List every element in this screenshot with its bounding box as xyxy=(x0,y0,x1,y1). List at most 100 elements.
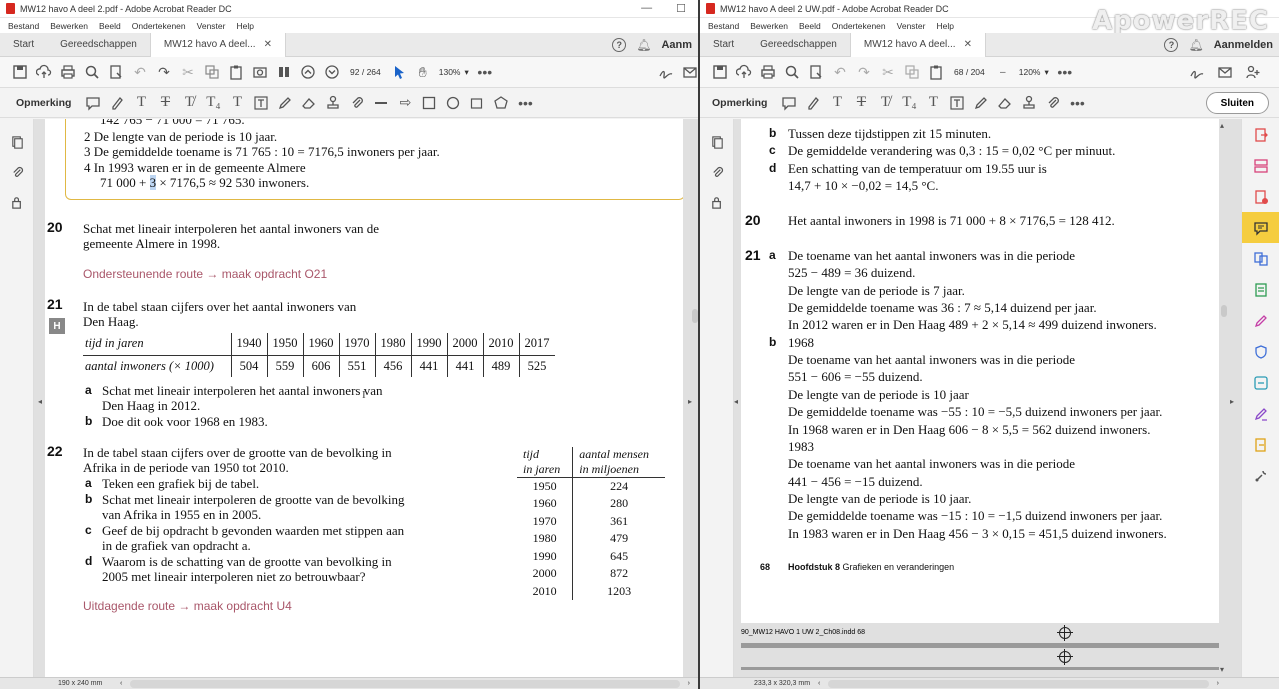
stamp-tool-icon[interactable] xyxy=(1017,91,1041,115)
menu-ondertekenen[interactable]: Ondertekenen xyxy=(132,21,186,31)
page-indicator[interactable]: 92 / 264 xyxy=(344,67,387,77)
zoom-select[interactable]: 130% ▾ xyxy=(435,67,473,78)
expand-right-icon[interactable]: ▸ xyxy=(1230,397,1234,406)
menu-help[interactable]: Help xyxy=(236,21,253,31)
expand-right-icon[interactable]: ▸ xyxy=(688,397,692,406)
insert-text-icon[interactable]: T₄ xyxy=(897,91,921,115)
protect-icon[interactable] xyxy=(1242,336,1279,367)
clipboard-icon[interactable] xyxy=(224,60,248,84)
close-comment-button[interactable]: Sluiten xyxy=(1205,92,1269,114)
bell-icon[interactable]: 🔔︎ xyxy=(1188,38,1203,52)
comment-tool-icon[interactable] xyxy=(1242,212,1279,243)
export-pdf-icon[interactable] xyxy=(1242,119,1279,150)
help-icon[interactable]: ? xyxy=(1164,37,1179,52)
eraser-icon[interactable] xyxy=(993,91,1017,115)
stamp-icon[interactable] xyxy=(272,60,296,84)
attachments-icon[interactable] xyxy=(700,157,734,187)
menu-bewerken[interactable]: Bewerken xyxy=(750,21,788,31)
tab-start[interactable]: Start xyxy=(0,33,47,57)
scroll-left-icon[interactable]: ‹ xyxy=(818,680,820,687)
sign-in-link[interactable]: Aanm xyxy=(661,39,692,51)
underline-text-icon[interactable]: T xyxy=(825,91,849,115)
support-route-link[interactable]: Ondersteunende route → maak opdracht O21 xyxy=(83,267,327,281)
select-cursor-icon[interactable] xyxy=(387,60,411,84)
more-tools-icon[interactable]: ••• xyxy=(1053,60,1077,84)
print-icon[interactable] xyxy=(56,60,80,84)
stamp-tool-icon[interactable] xyxy=(321,91,345,115)
request-signature-icon[interactable] xyxy=(1242,398,1279,429)
more-comment-tools-icon[interactable]: ••• xyxy=(513,91,537,115)
polygon-icon[interactable] xyxy=(489,91,513,115)
redo-icon[interactable]: ↷ xyxy=(152,60,176,84)
menu-ondertekenen[interactable]: Ondertekenen xyxy=(832,21,886,31)
more-comment-tools-icon[interactable]: ••• xyxy=(1065,91,1089,115)
vertical-scrollbar[interactable] xyxy=(1221,305,1227,317)
security-lock-icon[interactable] xyxy=(700,187,734,217)
close-tab-icon[interactable]: ✕ xyxy=(264,39,272,50)
highlight-icon[interactable] xyxy=(801,91,825,115)
redo-icon[interactable]: ↷ xyxy=(852,60,876,84)
menu-beeld[interactable]: Beeld xyxy=(99,21,121,31)
prev-page-icon[interactable] xyxy=(296,60,320,84)
scroll-up-icon[interactable]: ▴ xyxy=(1220,121,1224,130)
edit-pdf-icon[interactable] xyxy=(1242,274,1279,305)
horizontal-scrollbar[interactable] xyxy=(828,679,1209,688)
upload-icon[interactable] xyxy=(732,60,756,84)
email-icon[interactable] xyxy=(1213,60,1237,84)
pencil-icon[interactable] xyxy=(969,91,993,115)
page-thumbnails-icon[interactable] xyxy=(0,127,34,157)
minimize-icon[interactable]: — xyxy=(641,2,652,15)
vertical-scrollbar[interactable] xyxy=(692,309,698,323)
collapse-rail-icon[interactable]: ◂ xyxy=(38,397,42,406)
upload-icon[interactable] xyxy=(32,60,56,84)
close-tab-icon[interactable]: ✕ xyxy=(964,39,972,50)
highlight-icon[interactable] xyxy=(105,91,129,115)
copy-icon[interactable] xyxy=(900,60,924,84)
tab-start[interactable]: Start xyxy=(700,33,747,57)
combine-files-icon[interactable] xyxy=(1242,243,1279,274)
next-page-icon[interactable] xyxy=(320,60,344,84)
organize-pages-icon[interactable] xyxy=(1242,150,1279,181)
page-number-input[interactable]: 68 xyxy=(954,67,963,77)
underline-text-icon[interactable]: T xyxy=(129,91,153,115)
pencil-icon[interactable] xyxy=(273,91,297,115)
replace-text-icon[interactable]: T̸ xyxy=(873,91,897,115)
help-icon[interactable]: ? xyxy=(612,37,627,52)
search-icon[interactable] xyxy=(780,60,804,84)
tab-document[interactable]: MW12 havo A deel... ✕ xyxy=(149,32,286,57)
convert-icon[interactable] xyxy=(804,60,828,84)
scroll-right-icon[interactable]: › xyxy=(1217,680,1279,687)
share-file-icon[interactable] xyxy=(1242,429,1279,460)
tab-document[interactable]: MW12 havo A deel... ✕ xyxy=(849,32,986,57)
sign-icon[interactable] xyxy=(654,60,678,84)
copy-icon[interactable] xyxy=(200,60,224,84)
strikethrough-text-icon[interactable]: T xyxy=(849,91,873,115)
add-user-icon[interactable] xyxy=(1241,60,1265,84)
add-text-icon[interactable]: T xyxy=(921,91,945,115)
horizontal-scrollbar[interactable] xyxy=(130,679,680,688)
zoom-out-icon[interactable]: ‒ xyxy=(991,60,1015,84)
polyline-icon[interactable] xyxy=(465,91,489,115)
maximize-icon[interactable]: ☐ xyxy=(676,2,686,15)
menu-bewerken[interactable]: Bewerken xyxy=(50,21,88,31)
clipboard-icon[interactable] xyxy=(924,60,948,84)
line-icon[interactable] xyxy=(369,91,393,115)
strikethrough-text-icon[interactable]: T xyxy=(153,91,177,115)
attach-icon[interactable] xyxy=(1041,91,1065,115)
security-lock-icon[interactable] xyxy=(0,187,34,217)
page-number-input[interactable]: 92 xyxy=(350,67,359,77)
save-icon[interactable] xyxy=(708,60,732,84)
tab-tools[interactable]: Gereedschappen xyxy=(47,33,150,57)
undo-icon[interactable]: ↶ xyxy=(828,60,852,84)
arrow-icon[interactable]: ⇨ xyxy=(393,91,417,115)
fill-sign-icon[interactable] xyxy=(1242,305,1279,336)
more-tools-wrench-icon[interactable] xyxy=(1242,460,1279,491)
menu-venster[interactable]: Venster xyxy=(197,21,226,31)
hand-tool-icon[interactable]: ✋︎ xyxy=(411,60,435,84)
scroll-left-icon[interactable]: ‹ xyxy=(120,680,122,687)
scroll-down-icon[interactable]: ▾ xyxy=(1220,665,1224,674)
challenge-route-link[interactable]: Uitdagende route → maak opdracht U4 xyxy=(83,599,292,613)
print-icon[interactable] xyxy=(756,60,780,84)
undo-icon[interactable]: ↶ xyxy=(128,60,152,84)
text-box-icon[interactable] xyxy=(249,91,273,115)
